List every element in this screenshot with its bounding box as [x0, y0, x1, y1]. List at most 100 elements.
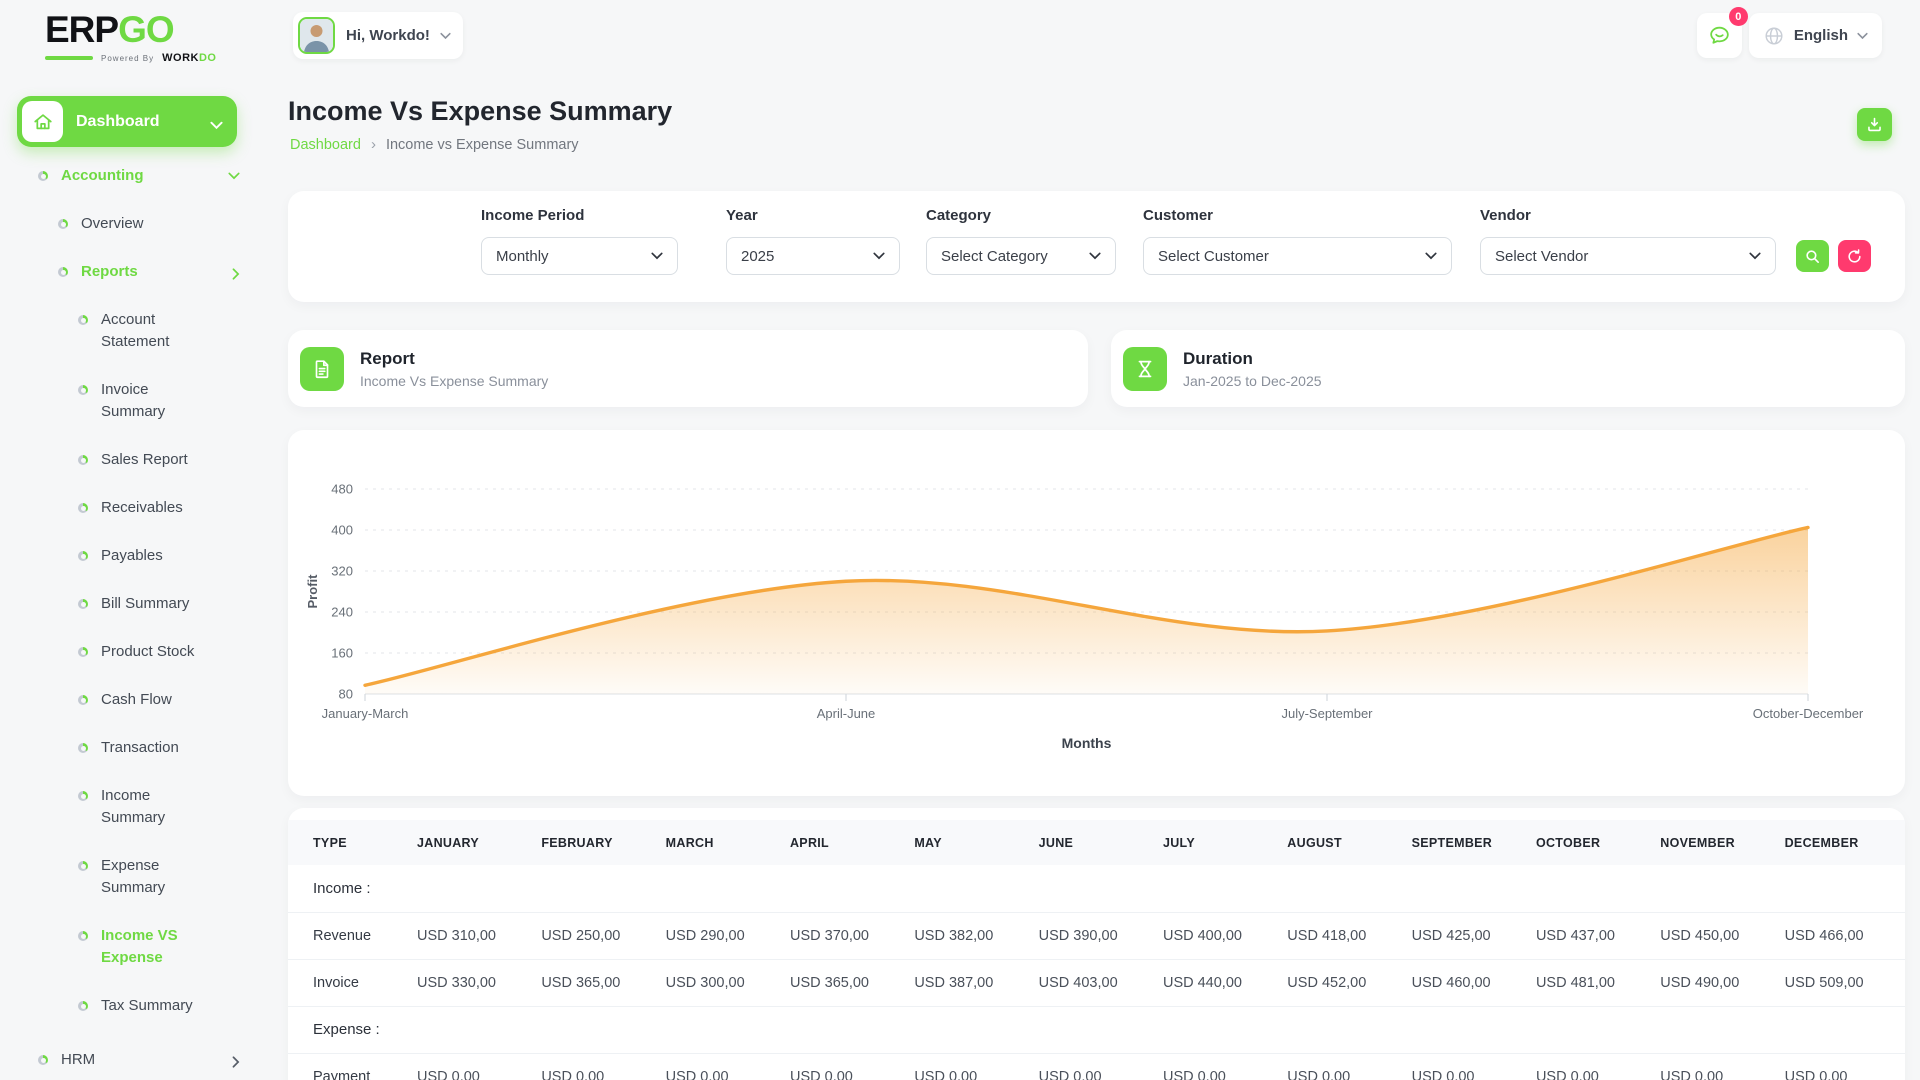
sidebar-item-expense-summary[interactable]: Expense Summary — [0, 842, 260, 912]
page-title: Income Vs Expense Summary — [288, 96, 673, 126]
chevron-down-icon — [1857, 32, 1868, 39]
avatar — [298, 17, 335, 54]
svg-text:July-September: July-September — [1281, 706, 1373, 721]
col-march: MARCH — [661, 820, 786, 865]
download-button[interactable] — [1857, 108, 1892, 141]
search-icon — [1806, 249, 1819, 263]
income-period-select[interactable]: Monthly — [481, 237, 678, 275]
sidebar-item-invoice-summary[interactable]: Invoice Summary — [0, 366, 260, 436]
col-may: MAY — [910, 820, 1035, 865]
svg-text:400: 400 — [331, 523, 353, 538]
bullet-icon — [78, 695, 88, 705]
logo-text: ERPGO — [45, 9, 175, 50]
user-greeting: Hi, Workdo! — [346, 27, 430, 44]
customer-select[interactable]: Select Customer — [1143, 237, 1452, 275]
vendor-value: Select Vendor — [1495, 247, 1589, 265]
year-select[interactable]: 2025 — [726, 237, 900, 275]
income-expense-table-card: TYPE JANUARY FEBRUARY MARCH APRIL MAY JU… — [288, 808, 1905, 1080]
income-period-value: Monthly — [496, 247, 549, 265]
language-selector[interactable]: English — [1748, 13, 1882, 58]
breadcrumb-current: Income vs Expense Summary — [385, 136, 579, 153]
bullet-icon — [78, 791, 88, 801]
chevron-right-icon — [232, 1056, 240, 1068]
profit-area-chart: 480 400 320 240 160 80 January-March April-June… — [305, 482, 1864, 752]
sidebar-item-payables[interactable]: Payables — [0, 532, 260, 580]
logo-underline — [45, 56, 93, 60]
bullet-icon — [78, 503, 88, 513]
customer-value: Select Customer — [1158, 247, 1269, 265]
col-august: AUGUST — [1283, 820, 1408, 865]
breadcrumb-dashboard-link[interactable]: Dashboard — [290, 137, 361, 153]
chevron-down-icon — [651, 252, 663, 260]
user-menu[interactable]: Hi, Workdo! — [293, 12, 463, 59]
table-row-invoice: Invoice USD 330,00 USD 365,00 USD 300,00… — [288, 958, 1905, 1006]
table-row-revenue: Revenue USD 310,00 USD 250,00 USD 290,00… — [288, 911, 1905, 959]
bullet-icon — [38, 1055, 48, 1065]
sidebar-item-reports[interactable]: Reports — [0, 248, 260, 296]
powered-by-text: Powered By — [101, 53, 155, 63]
sidebar-item-tax-summary[interactable]: Tax Summary — [0, 982, 260, 1030]
income-period-label: Income Period — [481, 207, 585, 224]
download-icon — [1868, 117, 1881, 132]
svg-text:April-June: April-June — [817, 706, 876, 721]
bullet-icon — [78, 861, 88, 871]
col-june: JUNE — [1034, 820, 1159, 865]
bullet-icon — [78, 385, 88, 395]
home-icon — [22, 101, 63, 142]
erpgo-logo[interactable]: ERPGO Powered By WORKDO — [45, 10, 216, 64]
refresh-button[interactable] — [1838, 240, 1871, 272]
sidebar-item-accounting[interactable]: Accounting — [0, 152, 260, 200]
col-july: JULY — [1158, 820, 1284, 865]
sidebar-item-product-stock[interactable]: Product Stock — [0, 628, 260, 676]
table-header-row: TYPE JANUARY FEBRUARY MARCH APRIL MAY JU… — [288, 820, 1905, 865]
sidebar-item-income-vs-expense[interactable]: Income VS Expense — [0, 912, 260, 982]
col-type: TYPE — [288, 820, 413, 865]
dashboard-label: Dashboard — [76, 112, 160, 130]
table-row-payment: Payment USD 0,00 USD 0,00 USD 0,00 USD 0… — [288, 1052, 1905, 1080]
col-february: FEBRUARY — [537, 820, 662, 865]
chevron-down-icon — [1089, 252, 1101, 260]
breadcrumb-separator: › — [370, 136, 376, 153]
sidebar-item-dashboard[interactable]: Dashboard — [17, 96, 237, 147]
svg-text:480: 480 — [331, 482, 353, 497]
search-button[interactable] — [1796, 240, 1829, 272]
category-select[interactable]: Select Category — [926, 237, 1116, 275]
chevron-down-icon — [210, 121, 223, 129]
chevron-down-icon — [873, 252, 885, 260]
sidebar-item-bill-summary[interactable]: Bill Summary — [0, 580, 260, 628]
table-row-expense-section: Expense : — [288, 1005, 1905, 1053]
year-value: 2025 — [741, 247, 775, 265]
duration-card-title: Duration — [1183, 348, 1253, 368]
sidebar-item-account-statement[interactable]: Account Statement — [0, 296, 260, 366]
vendor-select[interactable]: Select Vendor — [1480, 237, 1776, 275]
notification-count-badge: 0 — [1728, 7, 1748, 26]
sidebar: ERPGO Powered By WORKDO Dashboard Accoun… — [0, 0, 260, 1080]
bullet-icon — [78, 315, 88, 325]
sidebar-item-sales-report[interactable]: Sales Report — [0, 436, 260, 484]
duration-card: Duration Jan-2025 to Dec-2025 — [1111, 330, 1905, 407]
report-document-icon — [300, 346, 344, 391]
sidebar-item-income-summary[interactable]: Income Summary — [0, 772, 260, 842]
svg-text:160: 160 — [331, 646, 353, 661]
sidebar-item-overview[interactable]: Overview — [0, 200, 260, 248]
col-january: JANUARY — [413, 820, 538, 865]
svg-text:October-December: October-December — [1753, 706, 1864, 721]
sidebar-item-hrm[interactable]: HRM — [0, 1036, 260, 1080]
sidebar-item-receivables[interactable]: Receivables — [0, 484, 260, 532]
svg-text:80: 80 — [339, 687, 353, 702]
sidebar-item-transaction[interactable]: Transaction — [0, 724, 260, 772]
bullet-icon — [78, 743, 88, 753]
refresh-icon — [1848, 248, 1861, 263]
category-value: Select Category — [941, 247, 1048, 265]
globe-icon — [1765, 26, 1783, 45]
svg-text:320: 320 — [331, 564, 353, 579]
col-april: APRIL — [785, 820, 911, 865]
sidebar-item-cash-flow[interactable]: Cash Flow — [0, 676, 260, 724]
chevron-down-icon — [440, 32, 451, 39]
notifications-button[interactable]: 0 — [1696, 7, 1748, 58]
income-expense-table: TYPE JANUARY FEBRUARY MARCH APRIL MAY JU… — [288, 820, 1905, 1080]
col-september: SEPTEMBER — [1407, 820, 1532, 865]
report-card: Report Income Vs Expense Summary — [288, 330, 1088, 407]
chat-icon — [1710, 26, 1729, 44]
bullet-icon — [78, 647, 88, 657]
